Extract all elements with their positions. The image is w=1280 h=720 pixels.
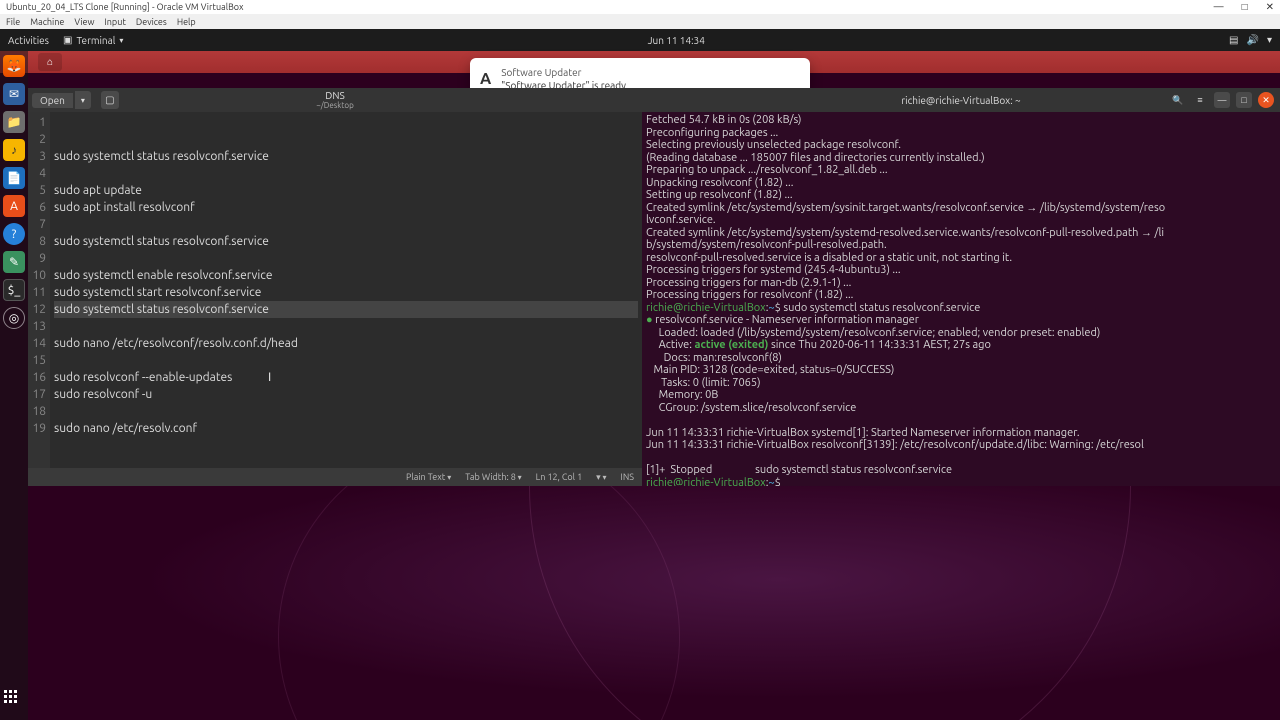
vbox-menubar: File Machine View Input Devices Help — [0, 14, 1280, 29]
menu-view[interactable]: View — [74, 17, 94, 27]
minimize-button[interactable]: — — [1214, 92, 1230, 108]
vbox-titlebar: Ubuntu_20_04_LTS Clone [Running] - Oracl… — [0, 0, 1280, 14]
dock-files[interactable]: 📁 — [3, 111, 25, 133]
dock-gedit[interactable]: ✎ — [3, 251, 25, 273]
power-icon[interactable]: ▾ — [1267, 34, 1272, 46]
menu-machine[interactable]: Machine — [30, 17, 64, 27]
line-gutter: 1 2 3 4 5 6 7 8 9 10 11 12 13 14 15 16 1… — [28, 112, 50, 468]
editor-body[interactable]: 1 2 3 4 5 6 7 8 9 10 11 12 13 14 15 16 1… — [28, 112, 642, 468]
vbox-window-controls: — □ ✕ — [1214, 1, 1274, 13]
vbox-title: Ubuntu_20_04_LTS Clone [Running] - Oracl… — [6, 2, 1214, 12]
new-tab-button[interactable]: ▢ — [101, 91, 119, 109]
desktop-wallpaper — [28, 486, 1280, 720]
code-area[interactable]: sudo systemctl status resolvconf.service… — [50, 112, 642, 468]
terminal-body[interactable]: Fetched 54.7 kB in 0s (208 kB/s) Preconf… — [642, 112, 1280, 486]
document-title: DNS ~/Desktop — [316, 90, 354, 110]
terminal-headerbar: richie@richie-VirtualBox: ~ 🔍 ≡ — □ ✕ — [642, 88, 1280, 112]
gedit-headerbar: Open ▾ ▢ DNS ~/Desktop — [28, 88, 642, 112]
open-button[interactable]: Open — [32, 93, 73, 108]
dock-software[interactable]: A — [3, 195, 25, 217]
show-applications-button[interactable] — [4, 690, 24, 710]
notification-title: Software Updater — [501, 66, 626, 79]
dock-firefox[interactable]: 🦊 — [3, 55, 25, 77]
chevron-down-icon: ▾ — [119, 36, 123, 45]
insert-mode: INS — [621, 472, 634, 482]
open-dropdown[interactable]: ▾ — [75, 91, 91, 109]
gedit-statusbar: Plain Text Tab Width: 8 Ln 12, Col 1 ▾ I… — [28, 468, 642, 486]
app-menu[interactable]: ▣ Terminal ▾ — [63, 34, 123, 46]
menu-help[interactable]: Help — [177, 17, 196, 27]
menu-file[interactable]: File — [6, 17, 20, 27]
network-icon[interactable]: ▤ — [1229, 34, 1238, 46]
gedit-window: Open ▾ ▢ DNS ~/Desktop 1 2 3 4 5 6 7 8 9… — [28, 88, 642, 486]
cursor-position: Ln 12, Col 1 — [536, 472, 582, 482]
dock-help[interactable]: ? — [3, 223, 25, 245]
software-updater-icon: A — [480, 70, 491, 88]
terminal-title: richie@richie-VirtualBox: ~ — [901, 95, 1020, 106]
volume-icon[interactable]: 🔊 — [1247, 34, 1259, 46]
search-icon[interactable]: 🔍 — [1170, 92, 1186, 108]
dock-libreoffice[interactable]: 📄 — [3, 167, 25, 189]
minimize-icon[interactable]: — — [1214, 1, 1224, 13]
ins-mode[interactable]: ▾ — [596, 472, 606, 483]
close-icon[interactable]: ✕ — [1266, 1, 1274, 13]
terminal-window: richie@richie-VirtualBox: ~ 🔍 ≡ — □ ✕ Fe… — [642, 88, 1280, 486]
terminal-icon: ▣ — [63, 34, 72, 46]
dock-terminal[interactable]: $_ — [3, 279, 25, 301]
maximize-button[interactable]: □ — [1236, 92, 1252, 108]
gnome-topbar: Activities ▣ Terminal ▾ Jun 11 14:34 ▤ 🔊… — [0, 29, 1280, 51]
hamburger-icon[interactable]: ≡ — [1192, 92, 1208, 108]
menu-input[interactable]: Input — [104, 17, 125, 27]
clock[interactable]: Jun 11 14:34 — [648, 35, 705, 46]
activities-button[interactable]: Activities — [8, 35, 49, 46]
close-button[interactable]: ✕ — [1258, 92, 1274, 108]
dock-rhythmbox[interactable]: ♪ — [3, 139, 25, 161]
dock-thunderbird[interactable]: ✉ — [3, 83, 25, 105]
syntax-selector[interactable]: Plain Text — [406, 472, 451, 482]
dock: 🦊 ✉ 📁 ♪ 📄 A ? ✎ $_ ◎ — [0, 51, 28, 720]
tab-width-selector[interactable]: Tab Width: 8 — [465, 472, 521, 482]
dock-disks[interactable]: ◎ — [3, 307, 25, 329]
menu-devices[interactable]: Devices — [136, 17, 167, 27]
maximize-icon[interactable]: □ — [1242, 1, 1248, 13]
home-button[interactable]: ⌂ — [38, 53, 62, 71]
